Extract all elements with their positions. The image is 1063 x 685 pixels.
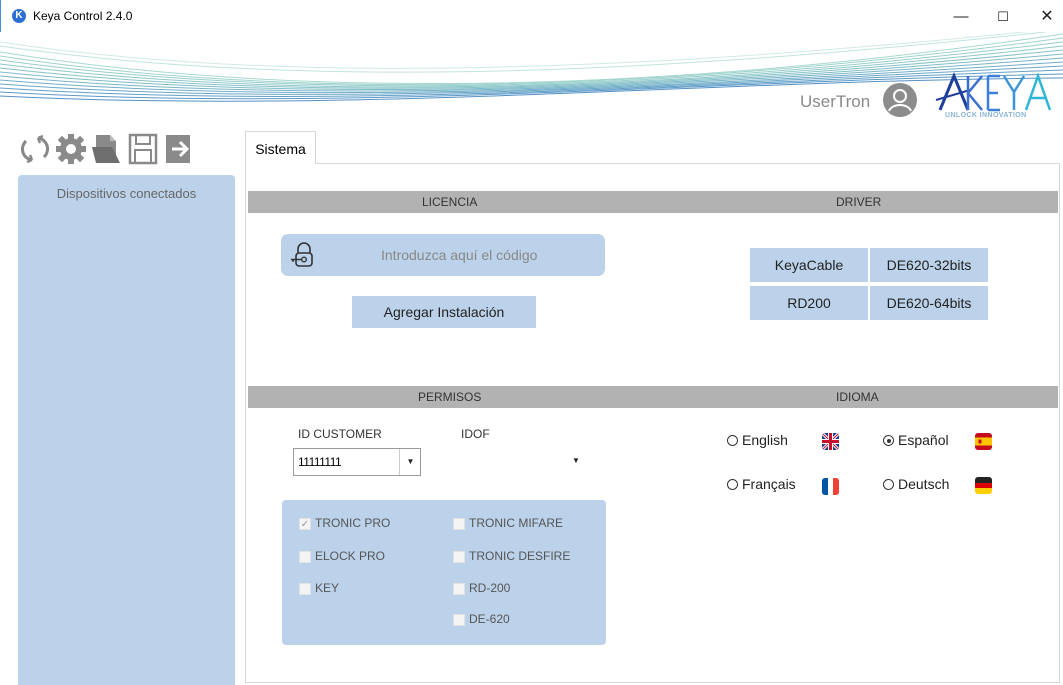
radio-circle-icon: [727, 435, 738, 446]
radio-label: Deutsch: [898, 476, 950, 492]
radio-label: English: [742, 432, 788, 448]
license-code-input[interactable]: Introduzca aquí el código: [281, 234, 605, 276]
app-icon: K: [12, 9, 26, 23]
add-installation-button[interactable]: Agregar Instalación: [352, 296, 536, 328]
checkbox-label: ELOCK PRO: [315, 549, 386, 563]
window-title: Keya Control 2.4.0: [33, 9, 133, 23]
logo-tagline: UNLOCK INNOVATION: [945, 112, 1027, 119]
license-code-placeholder: Introduzca aquí el código: [381, 247, 538, 263]
minimize-button[interactable]: —: [941, 4, 981, 30]
exit-icon[interactable]: [162, 131, 202, 167]
checkbox-box: [453, 583, 465, 595]
checkbox-label: KEY: [315, 581, 340, 595]
radio-circle-icon: [883, 479, 894, 490]
key-lock-icon: [289, 241, 317, 269]
france-flag-icon: [822, 478, 839, 495]
checkbox-label: TRONIC MIFARE: [469, 516, 564, 530]
radio-espanol[interactable]: Español: [883, 432, 949, 448]
settings-icon[interactable]: [54, 131, 88, 167]
de620-64bits-driver-button[interactable]: DE620-64bits: [870, 286, 988, 320]
radio-label: Español: [898, 432, 949, 448]
checkbox-box: [299, 583, 311, 595]
radio-deutsch[interactable]: Deutsch: [883, 476, 949, 492]
checkbox-label: DE-620: [469, 612, 510, 626]
maximize-button[interactable]: ☐: [983, 4, 1023, 30]
checkbox-label: RD-200: [469, 581, 511, 595]
permissions-checkbox-panel: ✓ TRONIC PRO TRONIC MIFARE ELOCK PRO TRO…: [282, 500, 606, 645]
spain-flag-icon: [975, 433, 992, 450]
keyacable-driver-button[interactable]: KeyaCable: [750, 248, 868, 282]
checkbox-box: [299, 551, 311, 563]
germany-flag-icon: [975, 477, 992, 494]
permissions-section-title: PERMISOS: [418, 390, 482, 404]
license-section-title: LICENCIA: [422, 195, 478, 209]
idof-label: IDOF: [461, 427, 490, 441]
driver-section-title: DRIVER: [836, 195, 882, 209]
tab-sistema[interactable]: Sistema: [245, 131, 316, 164]
id-customer-value: 11111111: [298, 455, 342, 469]
driver-section-header: DRIVER: [658, 191, 1058, 213]
keya-logo: [934, 70, 1056, 130]
language-section-title: IDIOMA: [836, 390, 879, 404]
de620-32bits-driver-button[interactable]: DE620-32bits: [870, 248, 988, 282]
refresh-icon[interactable]: [18, 131, 52, 167]
checkbox-box: [453, 551, 465, 563]
id-customer-select[interactable]: 11111111 ▼: [293, 448, 421, 476]
language-section-header: IDIOMA: [658, 386, 1058, 408]
checkbox-box: [453, 614, 465, 626]
radio-selected-icon: [883, 435, 894, 446]
devices-sidebar: Dispositivos conectados: [18, 175, 235, 685]
chevron-down-icon: ▼: [572, 456, 580, 465]
checkbox-label: TRONIC DESFIRE: [469, 549, 571, 563]
title-bar: K Keya Control 2.4.0 — ☐ ✕: [0, 0, 1063, 32]
radio-circle-icon: [727, 479, 738, 490]
radio-label: Français: [742, 476, 796, 492]
chevron-down-icon[interactable]: ▼: [399, 449, 421, 475]
close-button[interactable]: ✕: [1027, 4, 1063, 30]
checkbox-box: [453, 518, 465, 530]
idof-select[interactable]: ▼: [566, 451, 586, 471]
checkmark-icon: ✓: [299, 518, 311, 530]
open-file-icon[interactable]: [90, 131, 124, 167]
rd200-driver-button[interactable]: RD200: [750, 286, 868, 320]
save-icon[interactable]: [126, 131, 160, 167]
sidebar-title: Dispositivos conectados: [56, 186, 197, 201]
user-avatar-icon[interactable]: [883, 83, 917, 117]
permissions-section-header: PERMISOS: [248, 386, 658, 408]
license-section-header: LICENCIA: [248, 191, 658, 213]
radio-francais[interactable]: Français: [727, 476, 796, 492]
id-customer-label: ID CUSTOMER: [298, 427, 382, 441]
username-label: UserTron: [800, 92, 871, 111]
checkbox-label: TRONIC PRO: [315, 516, 391, 530]
uk-flag-icon: [822, 433, 839, 450]
radio-english[interactable]: English: [727, 432, 788, 448]
